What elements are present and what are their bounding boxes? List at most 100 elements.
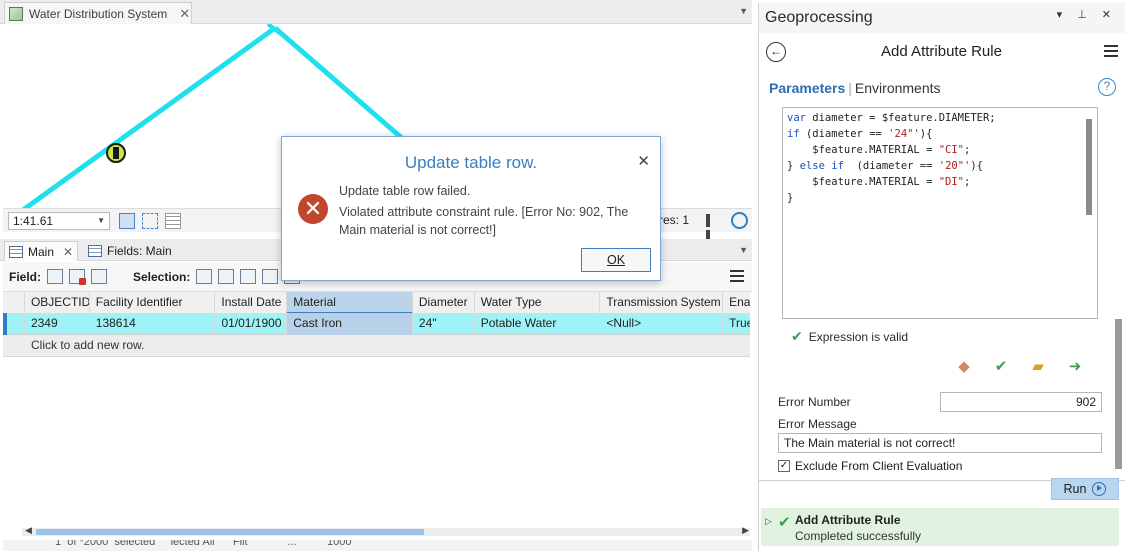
geoprocessing-pane: Geoprocessing ▾ ⊥ ✕ ← Add Attribute Rule… bbox=[758, 3, 1125, 551]
tab-parameters[interactable]: Parameters bbox=[769, 80, 845, 96]
column-header[interactable]: Facility Identifier bbox=[90, 292, 216, 314]
map-tab[interactable]: Water Distribution System ✕ bbox=[4, 2, 192, 24]
chevron-down-icon: ▼ bbox=[97, 216, 105, 225]
column-header-selected[interactable]: Material bbox=[287, 292, 413, 314]
scroll-left-icon[interactable]: ◀ bbox=[25, 525, 32, 536]
table-cell-selected[interactable]: Cast Iron bbox=[287, 313, 413, 335]
table-horizontal-scrollbar[interactable]: ◀ ▶ bbox=[22, 525, 750, 536]
scroll-right-icon[interactable]: ▶ bbox=[742, 525, 749, 536]
selection-label: Selection: bbox=[133, 269, 191, 284]
add-field-icon[interactable] bbox=[47, 269, 63, 284]
scrollbar-thumb[interactable] bbox=[1086, 119, 1092, 215]
row-selector bbox=[3, 335, 25, 357]
switch-selection-icon[interactable] bbox=[240, 269, 257, 284]
pane-title: Geoprocessing bbox=[765, 9, 873, 26]
table-cell[interactable]: Potable Water bbox=[475, 313, 601, 335]
zoom-to-selection-icon[interactable] bbox=[218, 269, 235, 284]
close-icon[interactable]: ✕ bbox=[63, 245, 73, 259]
row-selector[interactable] bbox=[3, 313, 25, 335]
table-cell[interactable]: <Null> bbox=[600, 313, 724, 335]
calculate-field-icon[interactable] bbox=[91, 269, 107, 284]
map-tab-bar: Water Distribution System ✕ ▼ bbox=[0, 0, 752, 24]
scrollbar-thumb[interactable] bbox=[1115, 319, 1122, 469]
dialog-message: Update table row failed. bbox=[339, 184, 471, 198]
table-menu-icon[interactable] bbox=[730, 270, 744, 285]
dialog-title: Update table row. bbox=[404, 153, 538, 172]
result-message[interactable]: ▷ ✔ Add Attribute Rule Completed success… bbox=[761, 508, 1119, 546]
run-label: Run bbox=[1063, 482, 1087, 496]
code-line: } else if (diameter == '20"'){ bbox=[787, 160, 984, 172]
refresh-icon[interactable] bbox=[731, 212, 748, 229]
table-cell[interactable]: 138614 bbox=[90, 313, 216, 335]
expression-editor[interactable]: var diameter = $feature.DIAMETER; if (di… bbox=[782, 107, 1098, 319]
scrollbar-thumb[interactable] bbox=[36, 529, 424, 535]
export-arrow-icon[interactable]: ➜ bbox=[1067, 359, 1083, 375]
error-number-field[interactable]: 902 bbox=[940, 392, 1102, 412]
column-header[interactable]: Diameter bbox=[413, 292, 475, 314]
checkbox-label: Exclude From Client Evaluation bbox=[795, 459, 963, 473]
code-line: if (diameter == '24"'){ bbox=[787, 128, 933, 140]
delete-field-icon[interactable] bbox=[69, 269, 86, 285]
chevron-down-icon[interactable]: ▼ bbox=[739, 245, 748, 255]
add-row[interactable]: Click to add new row. bbox=[3, 335, 750, 357]
dialog-detail: Violated attribute constraint rule. [Err… bbox=[339, 205, 629, 237]
pause-icon[interactable] bbox=[706, 214, 718, 243]
map-icon bbox=[9, 6, 23, 21]
play-icon bbox=[1092, 482, 1107, 496]
add-row-text[interactable]: Click to add new row. bbox=[25, 335, 425, 357]
fields-icon bbox=[88, 245, 102, 257]
map-tab-title: Water Distribution System bbox=[29, 6, 168, 21]
help-icon[interactable]: ? bbox=[1098, 78, 1116, 96]
expand-arrow-icon[interactable]: ▷ bbox=[765, 516, 772, 527]
tab-main-table[interactable]: Main ✕ bbox=[4, 241, 79, 261]
code-line: $feature.MATERIAL = "CI"; bbox=[787, 144, 971, 156]
error-icon: ✕ bbox=[298, 194, 328, 224]
pane-controls[interactable]: ▾ ⊥ ✕ bbox=[1057, 8, 1117, 21]
scale-selector[interactable]: 1:41.61 ▼ bbox=[8, 212, 110, 230]
tool-menu-icon[interactable] bbox=[1104, 45, 1118, 60]
column-header[interactable]: Install Date bbox=[215, 292, 288, 314]
pane-scrollbar[interactable] bbox=[1115, 107, 1122, 477]
column-header[interactable]: Water Type bbox=[475, 292, 601, 314]
clear-selection-icon[interactable] bbox=[262, 269, 279, 284]
validation-text: Expression is valid bbox=[808, 329, 909, 344]
column-header[interactable]: OBJECTID bbox=[25, 292, 90, 314]
table-header-row: OBJECTID Facility Identifier Install Dat… bbox=[3, 292, 750, 314]
editor-scrollbar[interactable] bbox=[1085, 111, 1093, 315]
table-cell[interactable]: 24" bbox=[413, 313, 475, 335]
folder-icon[interactable]: ▰ bbox=[1030, 359, 1046, 375]
select-by-attributes-icon[interactable] bbox=[196, 269, 213, 284]
result-status: Completed successfully bbox=[795, 529, 922, 543]
column-header[interactable]: Transmission System bbox=[600, 292, 724, 314]
verify-icon[interactable]: ✔ bbox=[993, 359, 1009, 375]
table-cell[interactable]: 2349 bbox=[25, 313, 90, 335]
update-error-dialog: Update table row. ✕ ✕ Update table row f… bbox=[281, 136, 661, 281]
table-row[interactable]: 2349 138614 01/01/1900 Cast Iron 24" Pot… bbox=[3, 313, 750, 335]
table-cell[interactable]: 01/01/1900 bbox=[215, 313, 288, 335]
column-header[interactable]: Ena bbox=[723, 292, 750, 314]
selected-features-count: res: 1 bbox=[659, 213, 690, 227]
code-line: $feature.MATERIAL = "DI"; bbox=[787, 176, 971, 188]
eraser-icon[interactable]: ◆ bbox=[956, 359, 972, 375]
chevron-down-icon[interactable]: ▼ bbox=[739, 6, 748, 16]
close-icon[interactable]: ✕ bbox=[179, 6, 190, 22]
tab-fields[interactable]: Fields: Main bbox=[84, 241, 176, 261]
table-grid-icon[interactable] bbox=[165, 213, 181, 229]
expression-validation: ✔ Expression is valid bbox=[791, 328, 908, 345]
tab-label: Fields: Main bbox=[107, 244, 172, 258]
field-label: Field: bbox=[9, 269, 41, 284]
snapping-icon[interactable] bbox=[119, 213, 135, 229]
grid-snap-icon[interactable] bbox=[142, 213, 158, 229]
checkbox[interactable]: ✓ bbox=[778, 460, 790, 472]
ok-button[interactable]: OK bbox=[581, 248, 651, 272]
error-message-field[interactable]: The Main material is not correct! bbox=[778, 433, 1102, 453]
tab-environments[interactable]: Environments bbox=[855, 80, 941, 96]
scale-value: 1:41.61 bbox=[13, 214, 54, 228]
tool-tabs: Parameters | Environments bbox=[769, 80, 941, 96]
exclude-client-evaluation[interactable]: ✓ Exclude From Client Evaluation bbox=[778, 459, 962, 473]
valve-icon bbox=[106, 143, 126, 163]
close-icon[interactable]: ✕ bbox=[637, 152, 650, 170]
run-button[interactable]: Run bbox=[1051, 478, 1119, 500]
table-cell[interactable]: True bbox=[723, 313, 750, 335]
result-title: Add Attribute Rule bbox=[795, 513, 901, 527]
